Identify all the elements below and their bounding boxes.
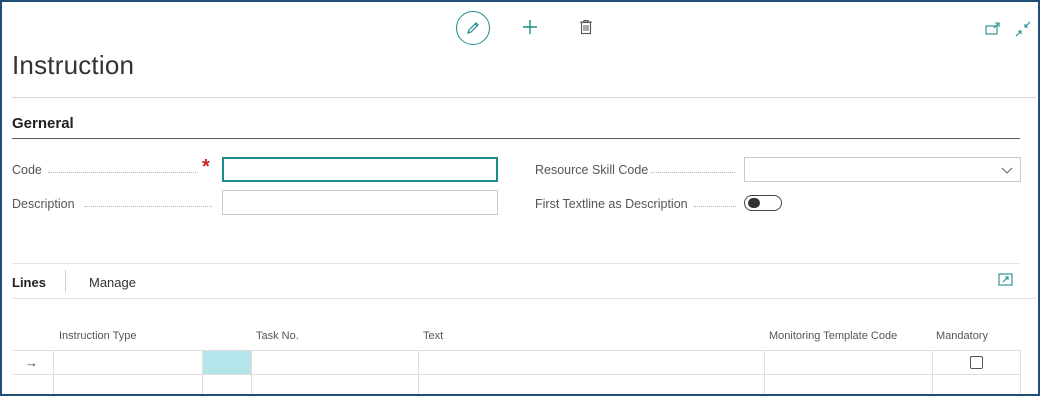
table-cell[interactable] — [418, 375, 764, 394]
dotted-leader — [48, 171, 198, 173]
instruction-card: Instruction Gerneral Code * Description … — [0, 0, 1040, 396]
current-row-arrow-icon: → — [25, 355, 38, 370]
expand-lines-button[interactable] — [998, 273, 1016, 289]
column-header-task-no[interactable]: Task No. — [256, 330, 299, 342]
table-cell[interactable] — [202, 375, 251, 394]
divider — [12, 298, 1036, 299]
task-no-cell[interactable] — [251, 351, 418, 375]
table-cell[interactable] — [53, 375, 202, 394]
tab-manage[interactable]: Manage — [89, 275, 136, 290]
monitoring-template-code-cell[interactable] — [764, 351, 932, 375]
tab-lines[interactable]: Lines — [12, 275, 46, 290]
column-header-instruction-type[interactable]: Instruction Type — [59, 330, 136, 342]
open-new-window-button[interactable] — [982, 18, 1004, 40]
column-header-mandatory[interactable]: Mandatory — [936, 330, 988, 342]
first-textline-label: First Textline as Description — [535, 197, 688, 211]
divider — [12, 263, 1020, 264]
delete-button[interactable] — [575, 16, 597, 38]
tab-separator — [65, 270, 66, 292]
instruction-type-cell[interactable] — [53, 351, 202, 375]
plus-icon — [523, 20, 537, 34]
description-label: Description — [12, 197, 75, 211]
code-label: Code — [12, 163, 42, 177]
expand-icon — [998, 273, 1013, 286]
mandatory-checkbox[interactable] — [970, 356, 983, 369]
divider — [12, 97, 1036, 98]
chevron-down-icon — [1001, 167, 1013, 174]
dotted-leader — [651, 171, 735, 173]
code-input[interactable] — [222, 157, 498, 182]
table-row[interactable] — [13, 374, 1021, 394]
column-header-text[interactable]: Text — [423, 330, 443, 342]
new-button[interactable] — [519, 16, 541, 38]
first-textline-toggle[interactable] — [744, 195, 782, 211]
collapse-icon — [1015, 21, 1031, 37]
selected-cell[interactable] — [202, 351, 251, 375]
dotted-leader — [84, 205, 212, 207]
pencil-icon — [467, 22, 479, 34]
section-divider — [12, 138, 1020, 139]
dotted-leader — [694, 205, 736, 207]
general-section-heading[interactable]: Gerneral — [12, 115, 74, 132]
collapse-button[interactable] — [1012, 18, 1034, 40]
description-input[interactable] — [222, 190, 498, 215]
resource-skill-code-select[interactable] — [744, 157, 1021, 182]
page-title: Instruction — [12, 50, 135, 80]
table-cell[interactable] — [932, 375, 1021, 394]
resource-skill-code-label: Resource Skill Code — [535, 163, 649, 177]
table-row[interactable]: → — [13, 350, 1021, 375]
trash-icon — [580, 19, 592, 35]
table-cell[interactable] — [251, 375, 418, 394]
table-cell[interactable] — [764, 375, 932, 394]
toggle-knob — [748, 198, 760, 208]
action-bar — [2, 2, 1038, 52]
column-header-monitoring-template-code[interactable]: Monitoring Template Code — [769, 330, 897, 342]
open-in-new-window-icon — [985, 22, 1000, 35]
required-indicator: * — [202, 156, 210, 178]
edit-button[interactable] — [456, 11, 490, 45]
text-cell[interactable] — [418, 351, 764, 375]
